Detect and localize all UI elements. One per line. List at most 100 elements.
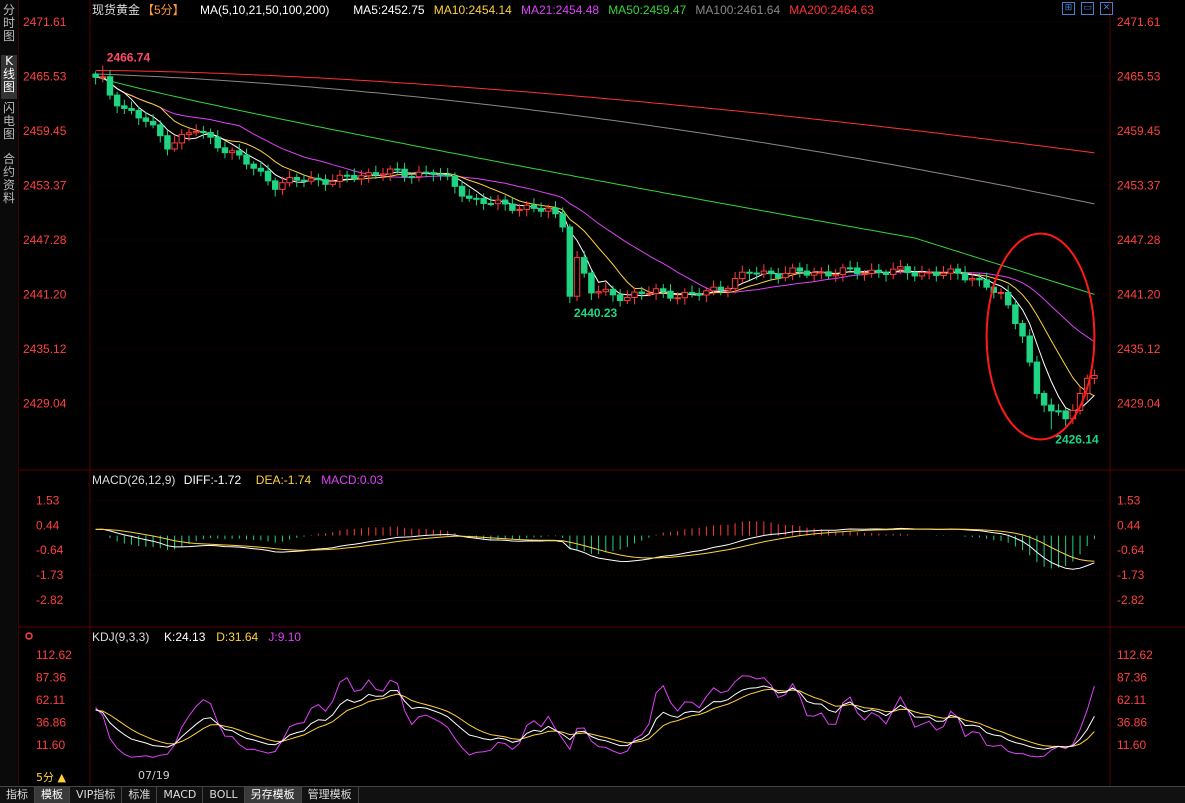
bottom-tab-6[interactable]: 另存模板 bbox=[244, 787, 302, 803]
candle-body bbox=[573, 257, 581, 297]
candle-body bbox=[925, 271, 933, 274]
candle-body bbox=[674, 297, 681, 300]
y-tick-right: 2465.53 bbox=[1117, 69, 1161, 83]
candle-body bbox=[351, 175, 358, 180]
y-tick-right: 2429.04 bbox=[1117, 396, 1161, 410]
kdj-y-tick-left: 11.60 bbox=[36, 738, 65, 752]
candle-body bbox=[1012, 304, 1019, 325]
candle-body bbox=[379, 173, 387, 176]
grid-icon[interactable]: ⊞ bbox=[1062, 2, 1075, 15]
candle-body bbox=[99, 76, 107, 79]
candle-body bbox=[509, 203, 516, 211]
candle-body bbox=[1033, 361, 1041, 394]
candle-body bbox=[961, 272, 969, 281]
candle-body bbox=[430, 172, 437, 175]
candle-body bbox=[624, 297, 631, 302]
candle-body bbox=[882, 272, 890, 275]
kdj-legend-2: D:31.64 bbox=[216, 630, 258, 644]
price-annotation: 2426.14 bbox=[1055, 432, 1099, 446]
candle-body bbox=[408, 176, 415, 179]
y-tick-left: 2453.37 bbox=[23, 178, 67, 192]
candle-body bbox=[660, 288, 667, 292]
macd-legend-1: DIFF:-1.72 bbox=[184, 473, 242, 487]
bottom-tab-5[interactable]: BOLL bbox=[203, 787, 245, 803]
candle-body bbox=[739, 271, 746, 280]
close-icon[interactable]: ✕ bbox=[1100, 2, 1113, 15]
candle-body bbox=[652, 288, 660, 295]
candle-body bbox=[861, 272, 868, 275]
chart-canvas[interactable]: 2471.61 2471.61 2465.53 2465.53 2459.45 2459.… bbox=[0, 0, 1185, 786]
chart-title: 现货黄金 bbox=[92, 2, 140, 17]
candle-body bbox=[113, 94, 121, 107]
candle-body bbox=[365, 172, 372, 177]
y-tick-left: 2459.45 bbox=[23, 124, 67, 138]
kdj-legend-1: K:24.13 bbox=[164, 630, 206, 644]
highlight-ellipse bbox=[985, 232, 1096, 441]
candle-body bbox=[638, 291, 645, 295]
bottom-tab-2[interactable]: VIP指标 bbox=[70, 787, 123, 803]
candle-body bbox=[839, 267, 847, 276]
bottom-tab-0[interactable]: 指标 bbox=[0, 787, 35, 803]
macd-y-tick-right: -0.64 bbox=[1117, 543, 1145, 557]
kdj-y-tick-right: 112.62 bbox=[1117, 648, 1153, 662]
candle-body bbox=[875, 269, 883, 274]
candle-body bbox=[315, 177, 322, 181]
candle-body bbox=[997, 291, 1005, 294]
candle-body bbox=[516, 208, 523, 211]
ma21-line bbox=[95, 76, 1095, 343]
bottom-tab-1[interactable]: 模板 bbox=[35, 787, 70, 803]
candle-body bbox=[322, 179, 329, 185]
candle-body bbox=[954, 268, 962, 274]
minimize-icon[interactable]: ▭ bbox=[1081, 2, 1094, 15]
kdj-y-tick-right: 62.11 bbox=[1117, 693, 1146, 707]
candle-body bbox=[307, 177, 315, 182]
candle-body bbox=[803, 270, 811, 276]
candle-body bbox=[969, 277, 976, 281]
candle-body bbox=[566, 226, 574, 297]
candle-body bbox=[207, 132, 214, 138]
candle-body bbox=[1062, 410, 1069, 420]
candle-body bbox=[559, 213, 566, 228]
bottom-tab-7[interactable]: 管理模板 bbox=[302, 787, 359, 803]
candle-body bbox=[695, 293, 703, 296]
candle-body bbox=[422, 171, 430, 174]
macd-y-tick-left: 0.44 bbox=[36, 518, 60, 532]
toolbar-icons: ⊞ ▭ ✕ bbox=[1062, 2, 1113, 15]
candle-body bbox=[710, 286, 717, 292]
candle-body bbox=[789, 267, 796, 274]
candle-body bbox=[272, 180, 279, 190]
candle-body bbox=[200, 130, 207, 134]
candle-body bbox=[983, 279, 990, 288]
candle-body bbox=[451, 175, 459, 187]
candle-body bbox=[537, 207, 545, 212]
candle-body bbox=[473, 197, 480, 200]
candle-body bbox=[933, 271, 940, 276]
period-label[interactable]: 5分 ▲ bbox=[36, 769, 66, 785]
bottom-tab-3[interactable]: 标准 bbox=[122, 787, 158, 803]
ma10-line bbox=[95, 76, 1095, 397]
candle-body bbox=[164, 135, 171, 150]
candle-body bbox=[157, 124, 164, 137]
price-annotation: 2440.23 bbox=[574, 306, 618, 320]
candle-body bbox=[904, 266, 911, 274]
candle-body bbox=[300, 179, 308, 182]
y-tick-right: 2441.20 bbox=[1117, 287, 1161, 301]
candle-body bbox=[1048, 404, 1055, 412]
y-tick-left: 2471.61 bbox=[23, 15, 67, 29]
candle-body bbox=[530, 204, 538, 209]
candle-body bbox=[401, 168, 408, 178]
candle-body bbox=[394, 168, 401, 171]
candle-body bbox=[437, 173, 444, 176]
bottom-tab-4[interactable]: MACD bbox=[157, 787, 204, 803]
candle-body bbox=[918, 271, 926, 277]
macd-legend-0: MACD(26,12,9) bbox=[92, 473, 175, 487]
indicator-marker-icon bbox=[25, 632, 33, 640]
candle-body bbox=[760, 270, 768, 275]
macd-dea-line bbox=[95, 528, 1095, 562]
candle-body bbox=[1026, 335, 1033, 363]
y-tick-left: 2465.53 bbox=[23, 69, 67, 83]
candle-body bbox=[897, 266, 904, 270]
candle-body bbox=[415, 171, 423, 178]
candle-body bbox=[688, 291, 696, 295]
candle-body bbox=[185, 132, 193, 135]
